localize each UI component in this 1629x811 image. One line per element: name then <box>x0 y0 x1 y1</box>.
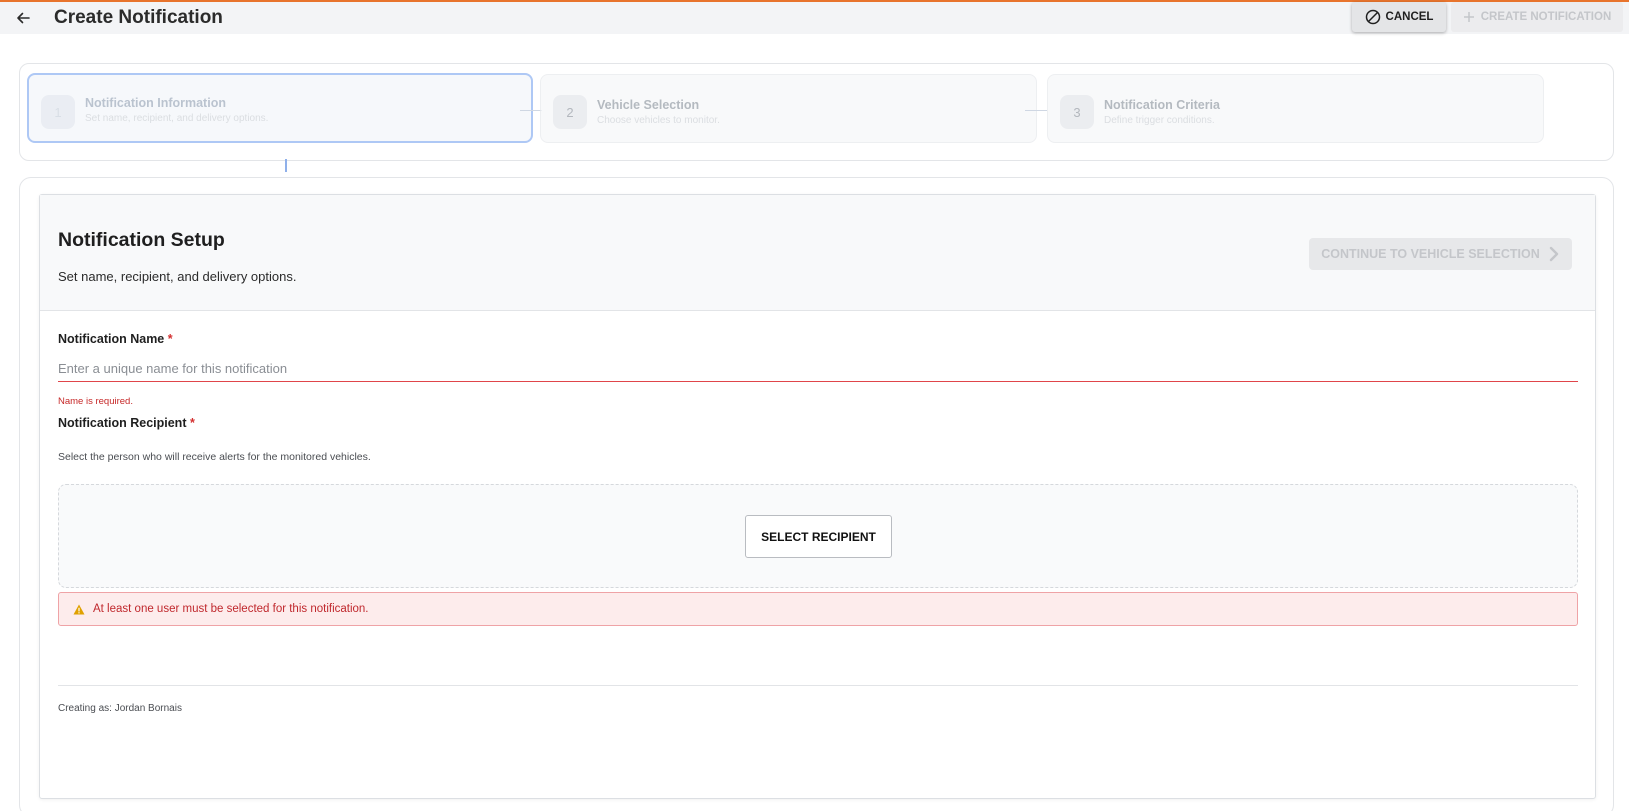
cancel-button[interactable]: CANCEL <box>1352 2 1446 32</box>
step-number: 3 <box>1060 95 1094 129</box>
stepper: 1 Notification Information Set name, rec… <box>19 63 1614 161</box>
create-notification-label: CREATE NOTIFICATION <box>1480 11 1612 23</box>
step-notification-criteria[interactable]: 3 Notification Criteria Define trigger c… <box>1047 74 1544 143</box>
creating-as-text: Creating as: Jordan Bornais <box>58 703 182 714</box>
step-number: 2 <box>553 95 587 129</box>
notification-name-label: Notification Name * <box>58 332 173 346</box>
required-mark: * <box>167 332 173 346</box>
chevron-right-icon <box>1549 246 1558 262</box>
notification-setup-card: Notification Setup Set name, recipient, … <box>39 194 1596 799</box>
setup-header: Notification Setup Set name, recipient, … <box>40 195 1595 311</box>
step-connector <box>520 110 542 111</box>
back-button[interactable] <box>10 5 36 31</box>
ban-icon <box>1365 9 1380 25</box>
page-title: Create Notification <box>54 7 223 28</box>
continue-button[interactable]: CONTINUE TO VEHICLE SELECTION <box>1309 238 1572 270</box>
create-notification-button[interactable]: CREATE NOTIFICATION <box>1451 2 1623 32</box>
step-subtitle: Choose vehicles to monitor. <box>597 115 720 126</box>
required-mark: * <box>189 416 195 430</box>
continue-label: CONTINUE TO VEHICLE SELECTION <box>1321 247 1540 261</box>
notification-name-input[interactable] <box>58 356 1578 382</box>
step-vehicle-selection[interactable]: 2 Vehicle Selection Choose vehicles to m… <box>540 74 1037 143</box>
step-subtitle: Define trigger conditions. <box>1104 115 1215 126</box>
notification-recipient-label-text: Notification Recipient <box>58 416 187 430</box>
recipient-help-text: Select the person who will receive alert… <box>58 451 371 463</box>
name-error-message: Name is required. <box>58 396 133 407</box>
setup-title: Notification Setup <box>58 229 225 251</box>
top-bar: Create Notification CANCEL CREATE NOTIFI… <box>0 0 1629 34</box>
notification-name-label-text: Notification Name <box>58 332 165 346</box>
step-title: Notification Criteria <box>1104 98 1220 112</box>
alert-text: At least one user must be selected for t… <box>93 603 369 615</box>
arrow-left-icon <box>17 12 30 24</box>
cancel-label: CANCEL <box>1385 11 1434 23</box>
setup-subtitle: Set name, recipient, and delivery option… <box>58 269 297 284</box>
recipient-drop-zone: SELECT RECIPIENT <box>58 484 1578 588</box>
warning-icon <box>73 604 85 614</box>
select-recipient-button[interactable]: SELECT RECIPIENT <box>745 515 892 558</box>
plus-icon <box>1463 12 1474 22</box>
step-subtitle: Set name, recipient, and delivery option… <box>85 113 269 124</box>
notification-recipient-label: Notification Recipient * <box>58 416 195 430</box>
active-step-indicator <box>285 159 287 172</box>
step-number: 1 <box>41 95 75 129</box>
step-title: Vehicle Selection <box>597 98 700 112</box>
step-notification-information[interactable]: 1 Notification Information Set name, rec… <box>27 73 533 143</box>
step-title: Notification Information <box>85 96 226 110</box>
recipient-alert: At least one user must be selected for t… <box>58 592 1578 626</box>
step-connector <box>1025 110 1047 111</box>
footer-divider <box>58 685 1578 686</box>
